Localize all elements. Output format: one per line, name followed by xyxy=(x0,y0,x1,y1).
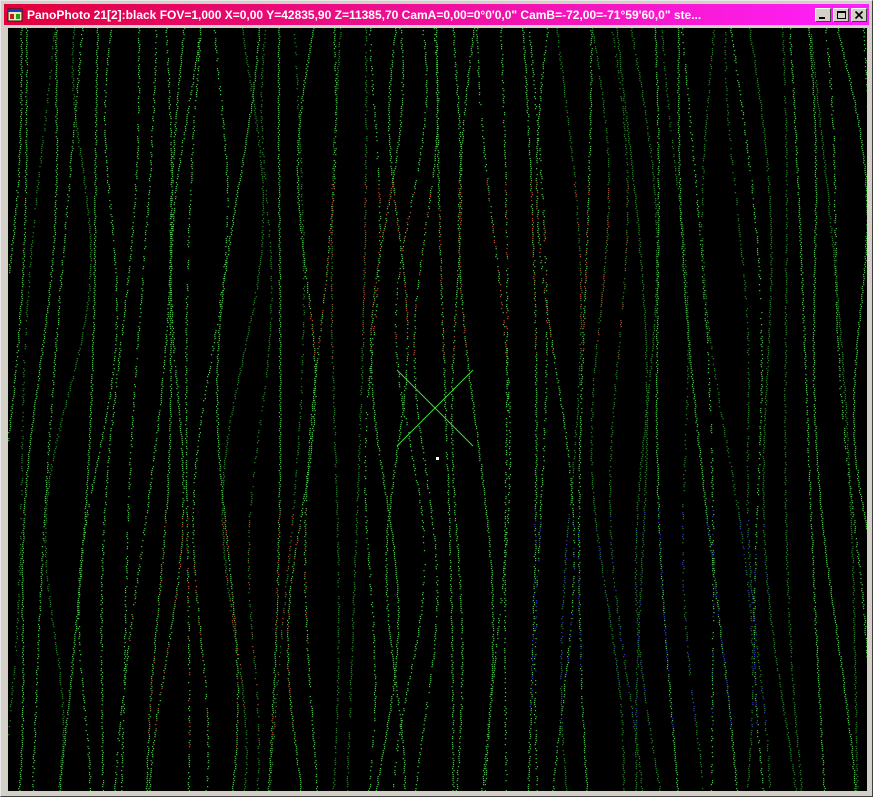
window-controls xyxy=(815,7,867,22)
close-button[interactable] xyxy=(851,7,867,22)
close-icon xyxy=(854,10,864,19)
cursor-marker xyxy=(436,457,439,460)
app-window-icon[interactable] xyxy=(7,7,23,23)
window-title: PanoPhoto 21[2]:black FOV=1,000 X=0,00 Y… xyxy=(27,7,702,22)
point-cloud-viewport[interactable] xyxy=(8,28,867,791)
minimize-icon xyxy=(819,16,825,19)
maximize-button[interactable] xyxy=(833,7,849,22)
maximize-icon xyxy=(837,10,846,19)
panophoto-window: PanoPhoto 21[2]:black FOV=1,000 X=0,00 Y… xyxy=(0,0,873,797)
point-cloud-canvas[interactable] xyxy=(8,28,867,791)
title-bar[interactable]: PanoPhoto 21[2]:black FOV=1,000 X=0,00 Y… xyxy=(4,4,869,25)
minimize-button[interactable] xyxy=(815,7,831,22)
viewport-background xyxy=(8,28,867,791)
